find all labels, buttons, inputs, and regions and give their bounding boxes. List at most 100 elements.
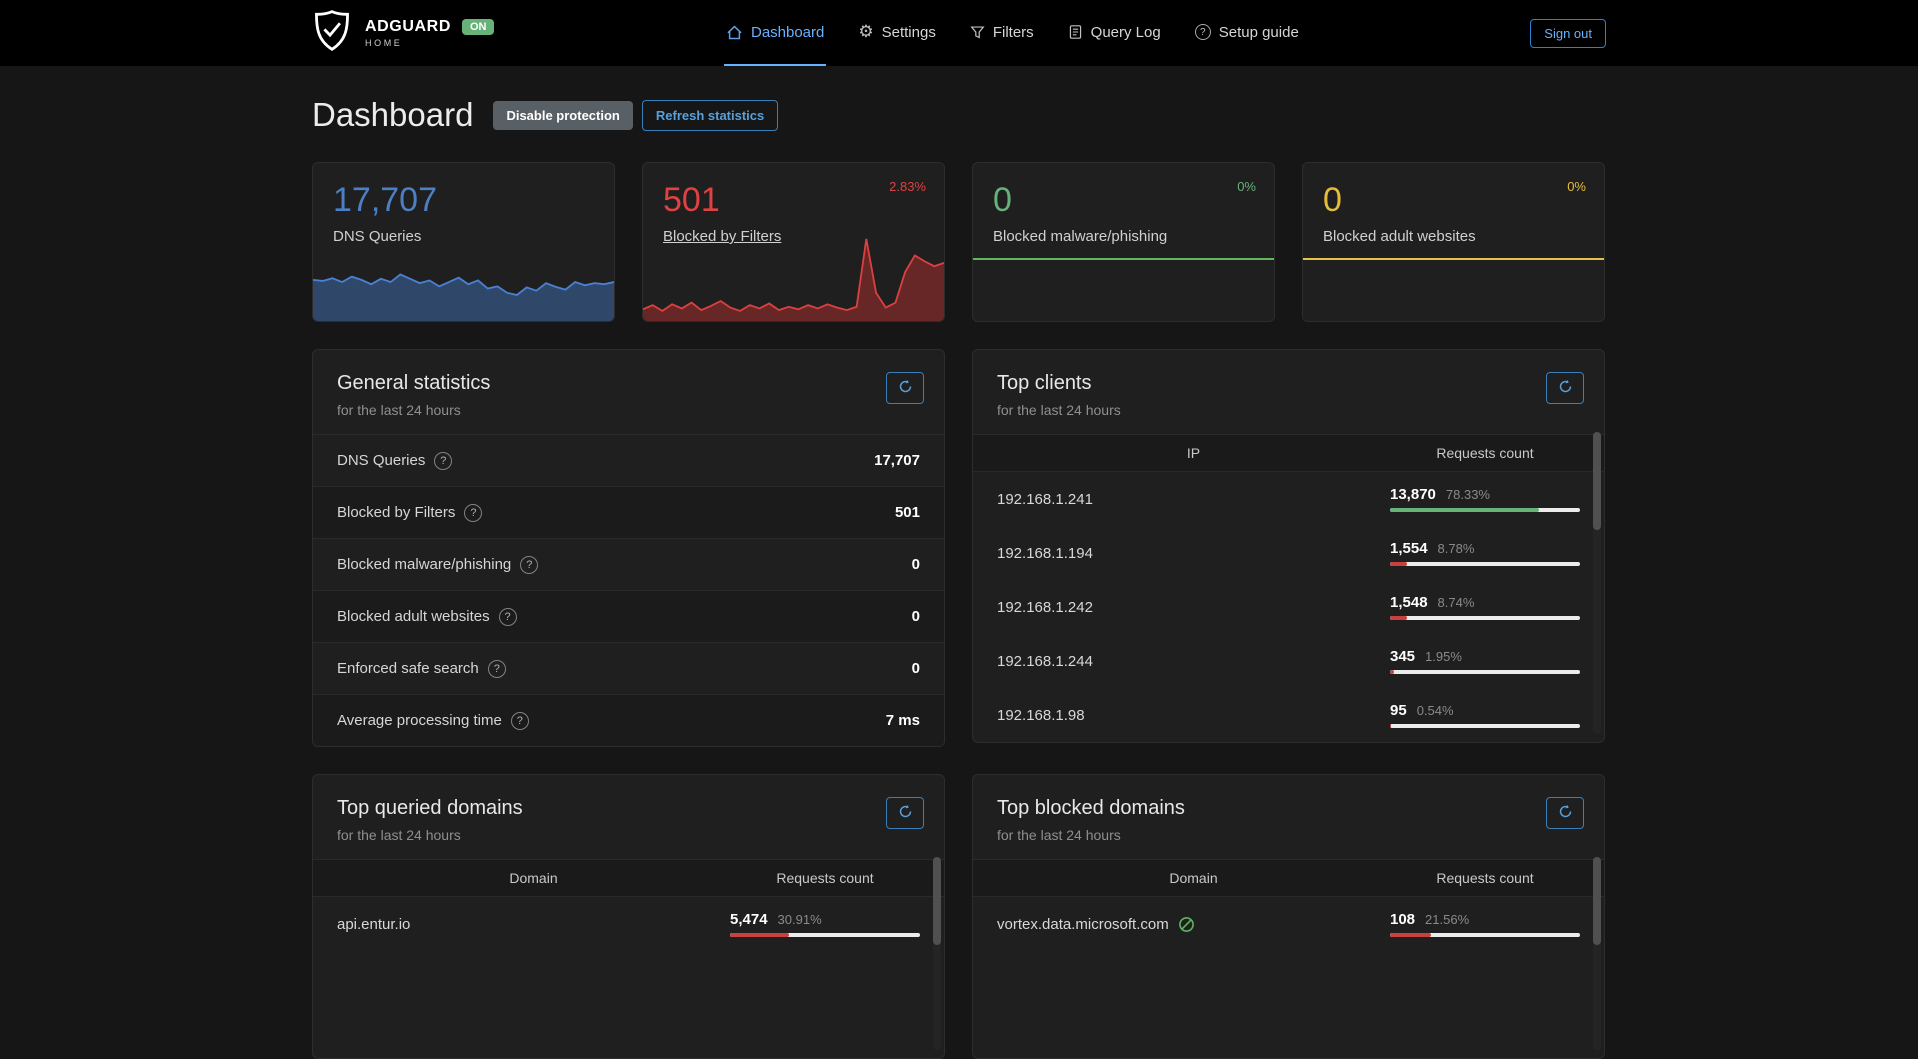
nav-item-query-log[interactable]: Query Log: [1066, 0, 1163, 66]
help-icon[interactable]: ?: [499, 608, 517, 626]
scrollbar-thumb[interactable]: [933, 857, 941, 945]
brand[interactable]: ADGUARD ON HOME: [312, 9, 494, 57]
refresh-icon: [898, 804, 913, 822]
scrollbar-thumb[interactable]: [1593, 857, 1601, 945]
scrollbar-track[interactable]: [933, 857, 941, 1050]
client-row: 192.168.1.2421,548 8.74%: [973, 580, 1604, 634]
refresh-icon: [1558, 804, 1573, 822]
table-header: Domain Requests count: [313, 859, 944, 897]
request-count: 95: [1390, 702, 1407, 719]
dns-queries-sparkline: [313, 261, 614, 321]
stat-card-blocked-by-filters: 2.83% 501 Blocked by Filters: [642, 162, 945, 322]
column-header-requests-count: Requests count: [1390, 870, 1580, 886]
nav-item-label: Query Log: [1091, 24, 1161, 41]
client-ip[interactable]: 192.168.1.194: [997, 545, 1390, 562]
top-clients-card: Top clients for the last 24 hours IP Req…: [972, 349, 1605, 743]
request-count: 13,870: [1390, 486, 1436, 503]
client-ip[interactable]: 192.168.1.244: [997, 653, 1390, 670]
nav-item-dashboard[interactable]: Dashboard: [724, 0, 826, 66]
domain-row: api.entur.io5,47430.91%: [313, 897, 944, 951]
stat-row-label: Enforced safe search: [337, 660, 479, 677]
stat-row-label: Blocked malware/phishing: [337, 556, 511, 573]
requests-count-cell: 13,87078.33%: [1390, 486, 1580, 512]
stat-row-value: 7 ms: [886, 712, 920, 729]
help-icon[interactable]: ?: [520, 556, 538, 574]
client-ip[interactable]: 192.168.1.241: [997, 491, 1390, 508]
progress-bar: [1390, 616, 1580, 620]
requests-count-cell: 10821.56%: [1390, 911, 1580, 937]
general-statistics-card: General statistics for the last 24 hours…: [312, 349, 945, 747]
stat-row-value: 0: [912, 660, 920, 677]
request-percent: 8.74%: [1438, 595, 1475, 610]
card-subtitle: for the last 24 hours: [997, 402, 1580, 418]
domain-name[interactable]: vortex.data.microsoft.com: [997, 916, 1390, 933]
general-stat-row: Blocked malware/phishing?0: [313, 538, 944, 590]
brand-name: ADGUARD: [365, 18, 451, 36]
progress-bar-fill: [1390, 670, 1394, 674]
cards-row-domains: Top queried domains for the last 24 hour…: [312, 774, 1606, 1059]
refresh-card-button[interactable]: [1546, 372, 1584, 404]
refresh-card-button[interactable]: [886, 797, 924, 829]
progress-bar: [1390, 670, 1580, 674]
refresh-icon: [898, 379, 913, 397]
client-ip[interactable]: 192.168.1.98: [997, 707, 1390, 724]
domain-label: vortex.data.microsoft.com: [997, 916, 1169, 933]
help-icon[interactable]: ?: [488, 660, 506, 678]
nav-item-label: Setup guide: [1219, 24, 1299, 41]
stat-card-dns-queries: 17,707 DNS Queries: [312, 162, 615, 322]
request-count: 1,548: [1390, 594, 1428, 611]
help-icon[interactable]: ?: [434, 452, 452, 470]
refresh-card-button[interactable]: [1546, 797, 1584, 829]
client-ip[interactable]: 192.168.1.242: [997, 599, 1390, 616]
card-subtitle: for the last 24 hours: [337, 402, 920, 418]
stat-card-value: 501: [663, 181, 944, 220]
general-stat-row: Blocked by Filters?501: [313, 486, 944, 538]
stat-row-label: Blocked adult websites: [337, 608, 490, 625]
request-count: 5,474: [730, 911, 768, 928]
help-icon[interactable]: ?: [464, 504, 482, 522]
column-header-ip: IP: [997, 445, 1390, 461]
client-row: 192.168.1.2443451.95%: [973, 634, 1604, 688]
refresh-card-button[interactable]: [886, 372, 924, 404]
nav-item-filters[interactable]: Filters: [968, 0, 1036, 66]
card-subtitle: for the last 24 hours: [997, 827, 1580, 843]
table-header: IP Requests count: [973, 434, 1604, 472]
scrollbar-track[interactable]: [1593, 857, 1601, 1050]
help-icon[interactable]: ?: [511, 712, 529, 730]
requests-count-cell: 3451.95%: [1390, 648, 1580, 674]
refresh-statistics-button[interactable]: Refresh statistics: [642, 100, 778, 131]
stat-row-value: 0: [912, 608, 920, 625]
requests-count-cell: 5,47430.91%: [730, 911, 920, 937]
top-queried-domains-card: Top queried domains for the last 24 hour…: [312, 774, 945, 1059]
nav-item-settings[interactable]: ⚙Settings: [856, 0, 937, 66]
scrollbar-track[interactable]: [1593, 432, 1601, 734]
progress-bar: [1390, 562, 1580, 566]
card-title: General statistics: [337, 372, 920, 395]
progress-bar-fill: [1390, 933, 1431, 937]
stat-card-blocked-malware: 0% 0 Blocked malware/phishing: [972, 162, 1275, 322]
progress-bar-fill: [1390, 508, 1539, 512]
sign-out-button[interactable]: Sign out: [1530, 19, 1606, 48]
blocked-icon: [1178, 916, 1195, 933]
domain-name[interactable]: api.entur.io: [337, 916, 730, 933]
stat-row-label: Blocked by Filters: [337, 504, 455, 521]
card-title: Top blocked domains: [997, 797, 1580, 820]
request-count: 345: [1390, 648, 1415, 665]
nav-item-setup-guide[interactable]: ? Setup guide: [1193, 0, 1301, 66]
help-icon: ?: [1195, 24, 1211, 40]
stat-card-label: Blocked adult websites: [1323, 228, 1604, 245]
page-header: Dashboard Disable protection Refresh sta…: [312, 96, 1606, 134]
scrollbar-thumb[interactable]: [1593, 432, 1601, 530]
request-count: 108: [1390, 911, 1415, 928]
request-percent: 0.54%: [1417, 703, 1454, 718]
stat-card-label-link[interactable]: Blocked by Filters: [663, 228, 944, 245]
progress-bar: [1390, 508, 1580, 512]
stat-card-label: DNS Queries: [333, 228, 614, 245]
disable-protection-button[interactable]: Disable protection: [493, 101, 632, 130]
progress-bar-fill: [1390, 562, 1407, 566]
general-stat-row: Blocked adult websites? 0: [313, 590, 944, 642]
page-title: Dashboard: [312, 96, 473, 134]
main-nav: Dashboard ⚙Settings Filters Query Log? Setup…: [514, 0, 1510, 66]
card-title: Top queried domains: [337, 797, 920, 820]
top-clients-table: 192.168.1.24113,87078.33% 192.168.1.194 1,…: [973, 472, 1604, 742]
